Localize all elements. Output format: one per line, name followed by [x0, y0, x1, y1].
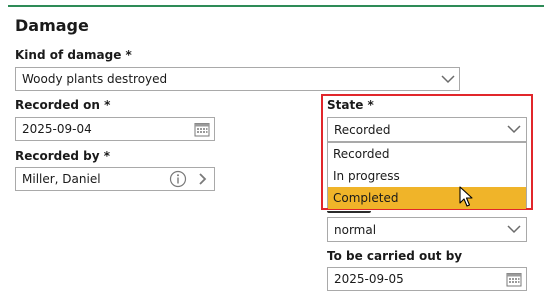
state-option-in-progress[interactable]: In progress: [328, 165, 526, 187]
state-option-recorded[interactable]: Recorded: [328, 143, 526, 165]
recorded-by-input[interactable]: Miller, Daniel: [15, 167, 215, 191]
kind-of-damage-value: Woody plants destroyed: [22, 72, 168, 86]
recorded-on-value: 2025-09-04: [22, 122, 92, 136]
to-be-carried-out-by-label: To be carried out by: [327, 249, 463, 263]
urgency-select[interactable]: normal: [327, 217, 527, 242]
recorded-by-value: Miller, Daniel: [22, 172, 101, 186]
recorded-on-date-input[interactable]: 2025-09-04: [15, 117, 215, 141]
chevron-down-icon: [507, 225, 521, 234]
urgency-label-partial: [327, 210, 375, 214]
section-title: Damage: [15, 16, 89, 35]
state-option-completed[interactable]: Completed: [328, 187, 526, 209]
calendar-icon[interactable]: [506, 271, 522, 287]
state-label: State *: [327, 98, 374, 112]
section-divider: [8, 5, 544, 7]
calendar-icon[interactable]: [194, 121, 210, 137]
chevron-right-icon[interactable]: [198, 173, 208, 185]
info-icon[interactable]: [169, 170, 187, 188]
to-be-carried-out-by-date-input[interactable]: 2025-09-05: [327, 267, 527, 291]
chevron-down-icon: [507, 125, 521, 134]
state-dropdown-list: Recorded In progress Completed: [327, 142, 527, 209]
kind-of-damage-label: Kind of damage *: [15, 48, 132, 62]
urgency-value: normal: [334, 223, 377, 237]
chevron-down-icon: [441, 75, 455, 84]
state-select[interactable]: Recorded: [327, 117, 527, 142]
recorded-on-label: Recorded on *: [15, 98, 111, 112]
mouse-cursor-icon: [459, 186, 473, 207]
state-value: Recorded: [334, 123, 391, 137]
kind-of-damage-select[interactable]: Woody plants destroyed: [15, 67, 460, 91]
recorded-by-label: Recorded by *: [15, 149, 111, 163]
to-be-carried-out-by-value: 2025-09-05: [334, 272, 404, 286]
